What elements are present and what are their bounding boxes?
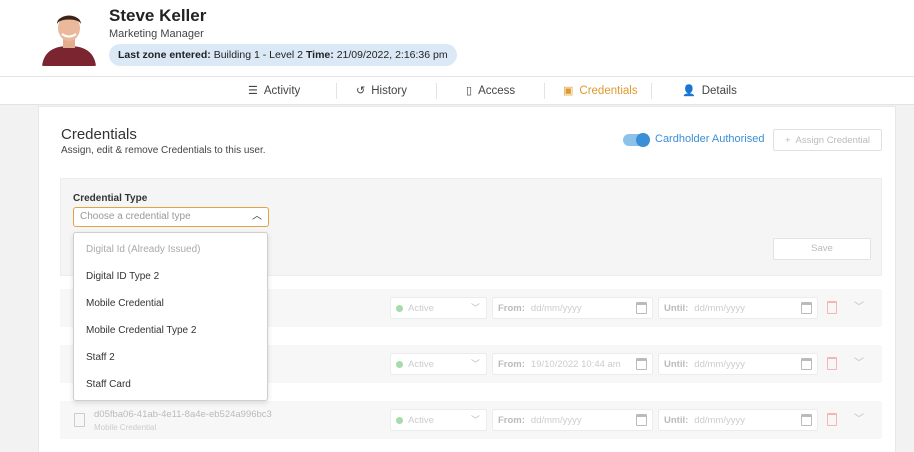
status-value: Active — [408, 358, 434, 370]
history-icon: ↺ — [356, 85, 366, 97]
dropdown-option[interactable]: Digital ID Type 2 — [86, 271, 159, 282]
dropdown-option[interactable]: Mobile Credential Type 2 — [86, 325, 196, 336]
from-label: From: — [498, 358, 525, 370]
from-date-field[interactable]: From: dd/mm/yyyy — [492, 409, 653, 431]
trash-icon[interactable] — [827, 413, 837, 426]
calendar-icon[interactable] — [636, 414, 647, 426]
status-select[interactable]: Active ﹀ — [390, 297, 487, 319]
zone-value: Building 1 - Level 2 — [213, 49, 304, 61]
until-date-field[interactable]: Until: dd/mm/yyyy — [658, 297, 818, 319]
status-select[interactable]: Active ﹀ — [390, 409, 487, 431]
status-dot-icon — [396, 360, 403, 368]
status-dot-icon — [396, 304, 403, 312]
status-value: Active — [408, 414, 434, 426]
calendar-icon[interactable] — [801, 302, 812, 314]
credential-type-label: Credential Type — [73, 193, 148, 204]
dropdown-option[interactable]: Mobile Credential — [86, 298, 164, 309]
tab-label: Access — [478, 85, 516, 97]
save-button[interactable]: Save — [773, 238, 871, 260]
credential-row: d05fba06-41ab-4e11-8a4e-eb524a996bc3 Mob… — [60, 401, 882, 439]
until-value: dd/mm/yyyy — [694, 414, 745, 426]
last-zone-badge: Last zone entered: Building 1 - Level 2 … — [109, 44, 457, 66]
list-icon: ☰ — [248, 85, 258, 97]
chevron-down-icon: ﹀ — [470, 303, 480, 313]
status-select[interactable]: Active ﹀ — [390, 353, 487, 375]
trash-icon[interactable] — [827, 301, 837, 314]
profile-name: Steve Keller — [109, 6, 207, 25]
from-value: dd/mm/yyyy — [530, 302, 582, 314]
until-date-field[interactable]: Until: dd/mm/yyyy — [658, 409, 818, 431]
tab-access[interactable]: ▯ Access — [466, 77, 515, 105]
until-value: dd/mm/yyyy — [694, 302, 745, 314]
page-title: Credentials — [61, 126, 137, 143]
credential-type-dropdown: Digital Id (Already Issued) Digital ID T… — [73, 232, 268, 401]
time-label: Time: — [305, 49, 334, 61]
until-label: Until: — [664, 414, 689, 426]
assign-credential-button[interactable]: + Assign Credential — [773, 129, 882, 151]
credential-type-select[interactable]: Choose a credential type ︿ — [73, 207, 269, 227]
toggle-label: Cardholder Authorised — [655, 133, 765, 145]
tab-label: History — [371, 85, 407, 97]
door-icon: ▯ — [466, 85, 473, 97]
tab-divider — [651, 83, 652, 99]
from-value: 19/10/2022 10:44 am — [530, 358, 621, 370]
tab-history[interactable]: ↺ History — [356, 77, 407, 105]
dropdown-option: Digital Id (Already Issued) — [86, 244, 201, 255]
chevron-down-icon: ﹀ — [470, 359, 480, 369]
trash-icon[interactable] — [827, 357, 837, 370]
credential-id: d05fba06-41ab-4e11-8a4e-eb524a996bc3 — [94, 409, 272, 420]
tab-divider — [436, 83, 437, 99]
tab-label: Details — [701, 85, 737, 97]
status-value: Active — [408, 302, 434, 314]
tab-details[interactable]: 👤 Details — [682, 77, 737, 105]
chevron-down-icon: ﹀ — [470, 415, 480, 425]
calendar-icon[interactable] — [636, 358, 647, 370]
cardholder-authorised-toggle[interactable] — [623, 133, 650, 147]
profile-header: Steve Keller Marketing Manager Last zone… — [0, 0, 914, 76]
tab-divider — [544, 83, 545, 99]
chevron-up-icon: ︿ — [252, 211, 262, 222]
chevron-down-icon[interactable]: ﹀ — [854, 354, 864, 369]
tab-divider — [336, 83, 337, 99]
until-value: dd/mm/yyyy — [694, 358, 745, 370]
status-dot-icon — [396, 416, 403, 424]
calendar-icon[interactable] — [636, 302, 647, 314]
zone-label: Last zone entered: — [118, 49, 211, 61]
person-icon: 👤 — [682, 85, 696, 97]
page-subtitle: Assign, edit & remove Credentials to thi… — [61, 145, 266, 156]
dropdown-option[interactable]: Staff 2 — [86, 352, 115, 363]
tab-label: Credentials — [579, 85, 638, 97]
from-label: From: — [498, 414, 525, 426]
toggle-knob — [636, 133, 650, 147]
tab-credentials[interactable]: ▣ Credentials — [563, 77, 638, 105]
plus-icon: + — [784, 134, 791, 146]
until-label: Until: — [664, 358, 689, 370]
avatar — [40, 6, 98, 66]
time-value: 21/09/2022, 2:16:36 pm — [336, 49, 448, 61]
mobile-credential-icon — [74, 413, 85, 427]
dropdown-option[interactable]: Staff Card — [86, 379, 131, 390]
chevron-down-icon[interactable]: ﹀ — [854, 410, 864, 425]
from-label: From: — [498, 302, 525, 314]
tab-bar: ☰ Activity ↺ History ▯ Access ▣ Credenti… — [0, 76, 914, 105]
credential-type: Mobile Credential — [94, 423, 157, 432]
calendar-icon[interactable] — [801, 358, 812, 370]
select-placeholder: Choose a credential type — [80, 211, 191, 222]
until-date-field[interactable]: Until: dd/mm/yyyy — [658, 353, 818, 375]
chevron-down-icon[interactable]: ﹀ — [854, 298, 864, 313]
tab-label: Activity — [263, 85, 301, 97]
id-card-icon: ▣ — [563, 85, 574, 97]
from-date-field[interactable]: From: dd/mm/yyyy — [492, 297, 653, 319]
assign-label: Assign Credential — [795, 134, 871, 146]
from-value: dd/mm/yyyy — [530, 414, 582, 426]
tab-activity[interactable]: ☰ Activity — [248, 77, 300, 105]
from-date-field[interactable]: From: 19/10/2022 10:44 am — [492, 353, 653, 375]
until-label: Until: — [664, 302, 689, 314]
profile-role: Marketing Manager — [109, 28, 204, 40]
calendar-icon[interactable] — [801, 414, 812, 426]
